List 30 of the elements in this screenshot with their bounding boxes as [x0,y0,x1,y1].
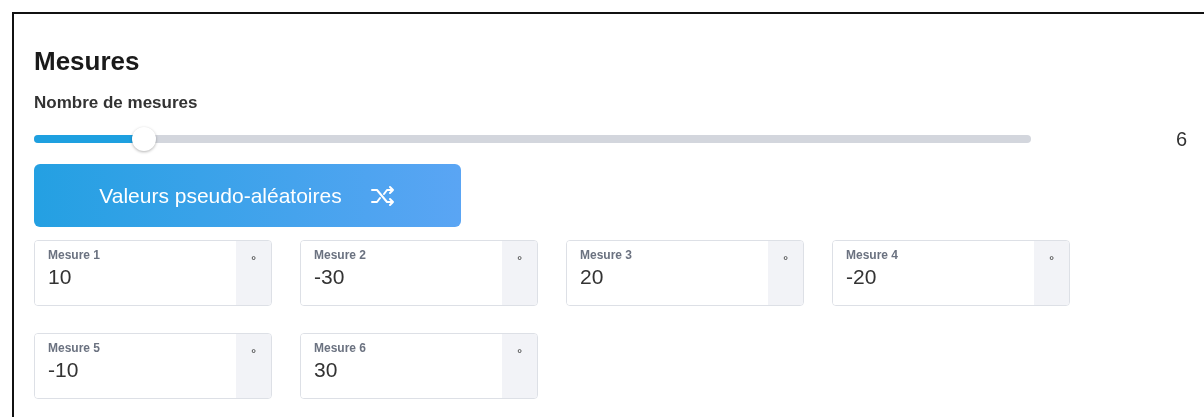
slider-label: Nombre de mesures [34,92,199,114]
slider-thumb[interactable] [131,127,156,151]
field-label: Mesure 1 [48,247,102,263]
field-label: Mesure 6 [314,340,368,356]
field-value: -10 [48,357,80,383]
field-value: 30 [314,357,339,383]
measure-input-field[interactable]: Mesure 6 30 ° [300,333,538,399]
unit-label: ° [782,253,789,270]
slider-value: 6 [1176,127,1188,151]
field-label: Mesure 5 [48,340,102,356]
shuffle-icon [369,184,396,207]
measure-input-field[interactable]: Mesure 5 -10 ° [34,333,272,399]
field-value: 20 [580,264,605,290]
section-title: Mesures [34,45,141,78]
field-label: Mesure 4 [846,247,900,263]
field-value: -20 [846,264,878,290]
unit-label: ° [250,346,257,363]
field-label: Mesure 2 [314,247,368,263]
unit-label: ° [250,253,257,270]
unit-label: ° [1048,253,1055,270]
slider-track[interactable] [34,135,1031,143]
field-label: Mesure 3 [580,247,634,263]
field-value: -30 [314,264,346,290]
measure-input-field[interactable]: Mesure 3 20 ° [566,240,804,306]
field-value: 10 [48,264,73,290]
measure-input-field[interactable]: Mesure 1 10 ° [34,240,272,306]
unit-label: ° [516,253,523,270]
measure-input-field[interactable]: Mesure 2 -30 ° [300,240,538,306]
unit-label: ° [516,346,523,363]
measure-input-field[interactable]: Mesure 4 -20 ° [832,240,1070,306]
